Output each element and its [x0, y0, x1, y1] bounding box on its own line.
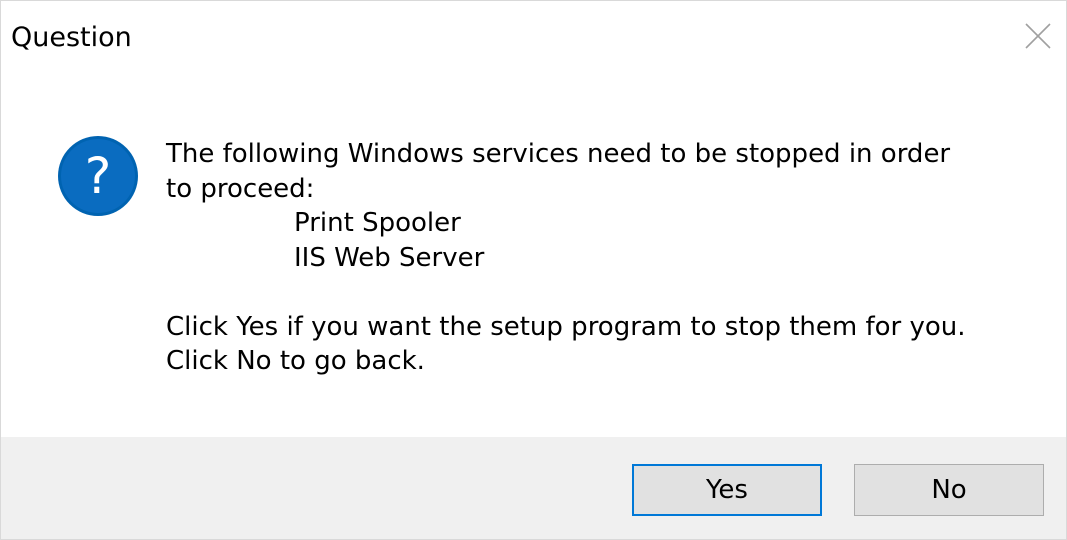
button-bar: Yes No	[1, 437, 1066, 539]
title-bar: Question	[1, 1, 1066, 79]
no-button[interactable]: No	[854, 464, 1044, 516]
window-title: Question	[11, 22, 132, 53]
close-button[interactable]	[1010, 1, 1066, 71]
message-line: The following Windows services need to b…	[166, 139, 951, 169]
question-dialog: Question ? The following Windows service…	[0, 0, 1067, 540]
dialog-content: ? The following Windows services need to…	[1, 79, 1066, 437]
instruction-line: Click Yes if you want the setup program …	[166, 311, 966, 342]
service-item-iis-web-server: IIS Web Server	[294, 242, 485, 273]
dialog-message: The following Windows services need to b…	[166, 137, 966, 379]
instruction-line: Click No to go back.	[166, 346, 425, 376]
svg-text:?: ?	[85, 147, 112, 205]
service-item-print-spooler: Print Spooler	[294, 208, 461, 238]
question-icon: ?	[58, 136, 138, 216]
message-line: to proceed:	[166, 173, 315, 204]
close-icon	[1025, 23, 1051, 49]
yes-button[interactable]: Yes	[632, 464, 822, 516]
